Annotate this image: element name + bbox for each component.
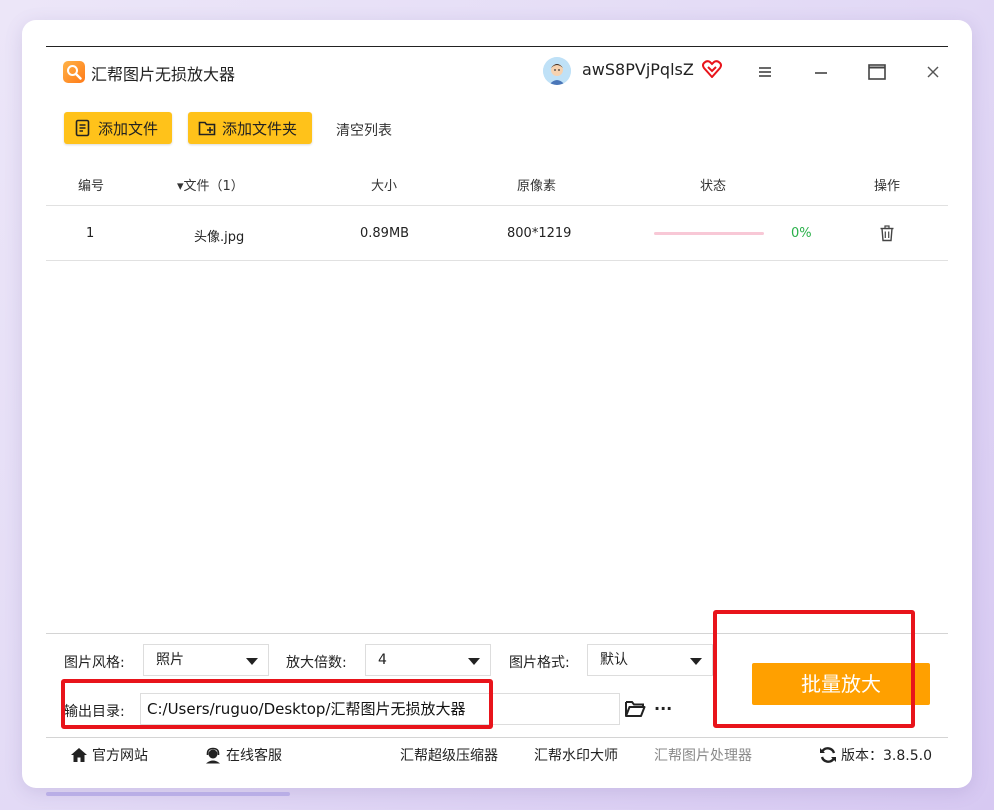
app-window: 汇帮图片无损放大器 awS8PVjPqlsZ 添加文件 添加文件夹 清空列表 编… xyxy=(46,46,948,770)
version-info[interactable]: 版本：3.8.5.0 xyxy=(819,745,932,765)
style-select[interactable]: 照片 xyxy=(143,644,269,676)
menu-icon[interactable] xyxy=(754,61,776,83)
add-folder-icon xyxy=(198,121,216,136)
highlight-box-output xyxy=(61,679,493,729)
maximize-icon[interactable] xyxy=(866,61,888,83)
compressor-link[interactable]: 汇帮超级压缩器 xyxy=(400,745,498,765)
row-resolution: 800*1219 xyxy=(507,226,572,241)
style-label: 图片风格: xyxy=(64,655,125,671)
column-header-file[interactable]: ▾文件（1） xyxy=(177,175,244,194)
column-header-resolution: 原像素 xyxy=(517,179,557,194)
version-label: 版本：3.8.5.0 xyxy=(841,748,932,764)
app-logo-icon xyxy=(63,61,85,83)
progress-percent: 0% xyxy=(791,226,812,241)
image-processor-link[interactable]: 汇帮图片处理器 xyxy=(654,745,752,765)
row-file-size: 0.89MB xyxy=(360,226,410,241)
minimize-icon[interactable] xyxy=(810,61,832,83)
home-icon xyxy=(71,748,87,762)
style-select-value: 照片 xyxy=(156,652,184,668)
avatar[interactable] xyxy=(543,57,571,85)
scale-select-value: 4 xyxy=(378,652,387,668)
app-title: 汇帮图片无损放大器 xyxy=(91,65,236,84)
official-website-link[interactable]: 官方网站 xyxy=(70,745,148,765)
add-file-icon xyxy=(75,119,90,137)
customer-service-icon xyxy=(206,747,220,763)
online-support-label: 在线客服 xyxy=(226,748,282,764)
username[interactable]: awS8PVjPqlsZ xyxy=(582,60,694,79)
format-select-value: 默认 xyxy=(600,652,628,668)
add-folder-label: 添加文件夹 xyxy=(222,119,298,138)
more-options-icon[interactable]: ··· xyxy=(654,699,672,718)
add-file-button[interactable]: 添加文件 xyxy=(64,112,172,144)
row-index: 1 xyxy=(86,226,95,241)
column-header-action: 操作 xyxy=(874,179,901,194)
close-icon[interactable] xyxy=(922,61,944,83)
column-header-index: 编号 xyxy=(78,179,105,194)
online-support-link[interactable]: 在线客服 xyxy=(204,745,282,765)
official-website-label: 官方网站 xyxy=(92,748,148,764)
scale-select[interactable]: 4 xyxy=(365,644,491,676)
refresh-icon xyxy=(820,747,836,763)
highlight-box-batch xyxy=(713,610,915,728)
footer-divider xyxy=(46,737,948,738)
vip-heart-icon[interactable] xyxy=(702,60,722,82)
column-header-status: 状态 xyxy=(700,179,727,194)
chevron-down-icon xyxy=(690,658,702,665)
chevron-down-icon xyxy=(468,658,480,665)
clear-list-button[interactable]: 清空列表 xyxy=(336,120,392,140)
decorative-bar xyxy=(46,792,290,796)
title-bar: 汇帮图片无损放大器 awS8PVjPqlsZ xyxy=(46,47,948,97)
progress-bar xyxy=(654,232,764,235)
row-file-name: 头像.jpg xyxy=(194,230,245,245)
column-header-size: 大小 xyxy=(371,179,398,194)
format-label: 图片格式: xyxy=(509,655,570,671)
watermark-link[interactable]: 汇帮水印大师 xyxy=(534,745,618,765)
table-row[interactable]: 1 头像.jpg 0.89MB 800*1219 0% xyxy=(46,206,948,261)
format-select[interactable]: 默认 xyxy=(587,644,713,676)
add-folder-button[interactable]: 添加文件夹 xyxy=(188,112,312,144)
chevron-down-icon xyxy=(246,658,258,665)
add-file-label: 添加文件 xyxy=(98,119,159,138)
scale-label: 放大倍数: xyxy=(286,655,347,671)
folder-open-icon[interactable] xyxy=(624,699,646,723)
delete-icon[interactable] xyxy=(879,225,895,246)
